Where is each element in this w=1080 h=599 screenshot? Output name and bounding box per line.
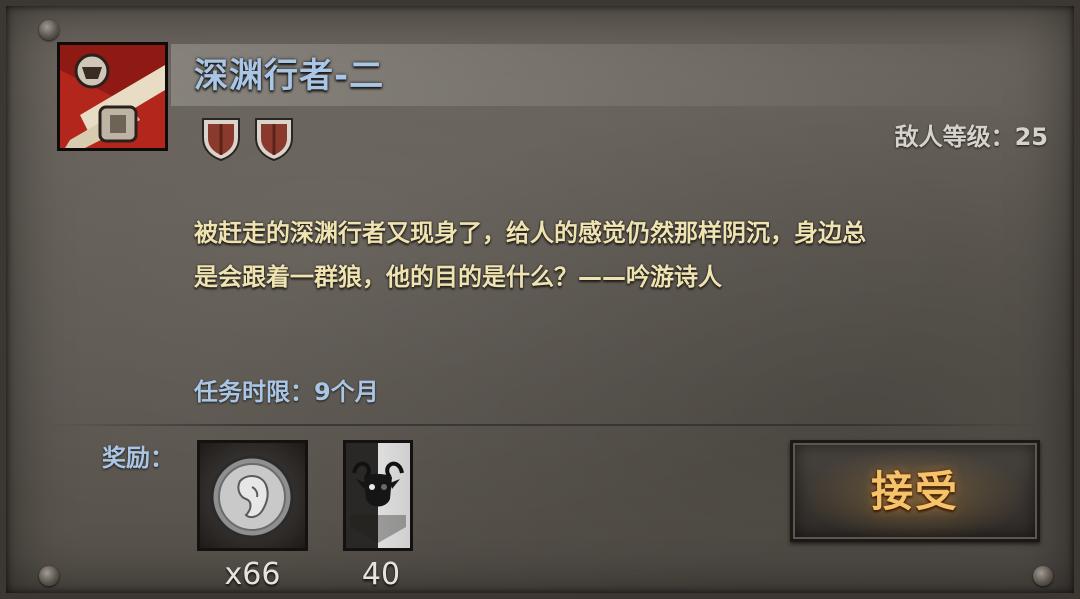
- description-line: 是会跟着一群狼，他的目的是什么？——吟游诗人: [194, 263, 722, 291]
- reward-item-coin[interactable]: [197, 440, 308, 551]
- quest-title: 深渊行者-二: [194, 56, 385, 96]
- accept-button[interactable]: 接受: [790, 440, 1040, 542]
- knight-portrait-icon: [60, 45, 165, 148]
- quest-panel: 深渊行者-二 敌人等级：25 被赶走的深渊行者又现身了，给人的感觉仍然那样阴沉，…: [0, 0, 1080, 599]
- silver-coin-icon: [210, 455, 294, 539]
- rivet-bottom-right: [1033, 566, 1053, 586]
- bull-banner-icon: [350, 461, 406, 543]
- reward-count: 40: [361, 557, 401, 592]
- rivet-bottom-left: [39, 566, 59, 586]
- reward-item-banner[interactable]: [343, 440, 413, 551]
- quest-portrait: [57, 42, 168, 151]
- rivet-top-left: [39, 20, 59, 40]
- reward-count: x66: [224, 557, 281, 592]
- difficulty-shield-icon: [202, 118, 240, 162]
- accept-button-label: 接受: [870, 467, 959, 516]
- divider: [46, 424, 1046, 426]
- enemy-level: 敌人等级：25: [894, 123, 1048, 151]
- quest-description: 被赶走的深渊行者又现身了，给人的感觉仍然那样阴沉，身边总 是会跟着一群狼，他的目…: [194, 211, 1044, 299]
- difficulty-shield-icon: [255, 118, 293, 162]
- reward-label: 奖励：: [102, 444, 174, 472]
- description-line: 被赶走的深渊行者又现身了，给人的感觉仍然那样阴沉，身边总: [194, 219, 866, 247]
- time-limit: 任务时限：9个月: [194, 378, 379, 406]
